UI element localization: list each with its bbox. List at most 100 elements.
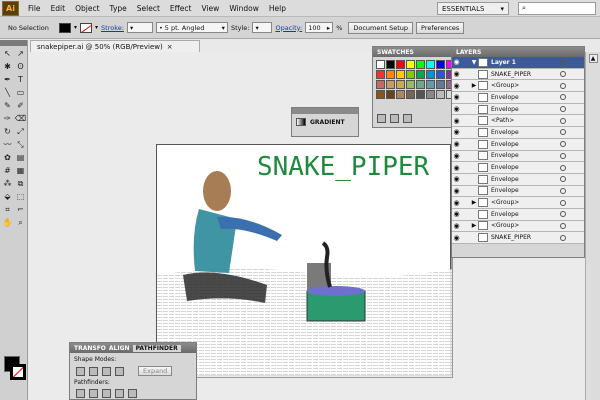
document-tab[interactable]: snakepiper.ai @ 50% (RGB/Preview) × <box>30 40 200 52</box>
eye-icon[interactable]: ◉ <box>452 164 461 172</box>
color-swatch[interactable] <box>376 60 385 69</box>
layer-row[interactable]: ◉ Envelope <box>452 208 584 221</box>
crop-icon[interactable] <box>115 389 124 398</box>
color-swatch[interactable] <box>376 90 385 99</box>
lasso-tool-icon[interactable]: ʘ <box>15 61 26 72</box>
divide-icon[interactable] <box>76 389 85 398</box>
rectangle-tool-icon[interactable]: ▭ <box>15 87 26 98</box>
target-icon[interactable] <box>560 82 566 89</box>
eye-icon[interactable]: ◉ <box>452 93 461 101</box>
color-swatch[interactable] <box>386 90 395 99</box>
search-input[interactable]: ⌕ <box>518 2 596 15</box>
symbol-sprayer-tool-icon[interactable]: ✿ <box>2 152 13 163</box>
live-paint-selection-tool-icon[interactable]: ⬚ <box>15 191 26 202</box>
slice-tool-icon[interactable]: ⌐ <box>15 204 26 215</box>
color-swatch[interactable] <box>406 70 415 79</box>
eye-icon[interactable]: ◉ <box>452 140 461 148</box>
zoom-tool-icon[interactable]: ⌕ <box>15 217 26 228</box>
layer-row[interactable]: ◉ Envelope <box>452 103 584 116</box>
color-swatch[interactable] <box>416 60 425 69</box>
scroll-up-icon[interactable]: ▲ <box>588 54 598 63</box>
color-swatch[interactable] <box>416 70 425 79</box>
exclude-icon[interactable] <box>115 366 124 376</box>
eye-icon[interactable]: ◉ <box>452 175 461 183</box>
layer-row[interactable]: ◉ Envelope <box>452 138 584 151</box>
layer-row[interactable]: ◉ <Path> <box>452 115 584 128</box>
hand-tool-icon[interactable]: ✋ <box>2 217 13 228</box>
layer-row[interactable]: ◉ Envelope <box>452 92 584 104</box>
color-swatch[interactable] <box>426 70 435 79</box>
menu-item-object[interactable]: Object <box>70 4 104 13</box>
rotate-tool-icon[interactable]: ↻ <box>2 126 13 137</box>
target-icon[interactable] <box>560 234 566 241</box>
target-icon[interactable] <box>560 211 566 218</box>
stroke-color-swatch[interactable] <box>80 22 93 33</box>
target-icon[interactable] <box>560 187 566 194</box>
selection-tool-icon[interactable]: ↖ <box>2 48 13 59</box>
target-icon[interactable] <box>560 71 566 78</box>
menu-item-type[interactable]: Type <box>105 4 132 13</box>
free-transform-tool-icon[interactable]: ⤡ <box>15 139 26 150</box>
direct-selection-tool-icon[interactable]: ↗ <box>15 48 26 59</box>
color-swatch[interactable] <box>426 60 435 69</box>
eye-icon[interactable]: ◉ <box>452 234 461 242</box>
close-icon[interactable]: × <box>167 43 173 51</box>
eye-icon[interactable]: ◉ <box>452 82 461 90</box>
delete-swatch-icon[interactable] <box>403 114 412 123</box>
color-swatch[interactable] <box>396 70 405 79</box>
color-swatch[interactable] <box>406 80 415 89</box>
warp-tool-icon[interactable]: 〰 <box>2 139 13 150</box>
opacity-field[interactable]: 100 ▸ <box>305 22 334 33</box>
column-graph-tool-icon[interactable]: ▤ <box>15 152 26 163</box>
color-swatch[interactable] <box>376 80 385 89</box>
gradient-icon[interactable] <box>296 118 306 126</box>
mesh-tool-icon[interactable]: # <box>2 165 13 176</box>
layer-row[interactable]: ◉ SNAKE_PIPER <box>452 232 584 244</box>
live-paint-tool-icon[interactable]: ⬙ <box>2 191 13 202</box>
color-swatch[interactable] <box>426 80 435 89</box>
color-swatch[interactable] <box>396 90 405 99</box>
target-icon[interactable] <box>560 222 566 229</box>
eye-icon[interactable]: ◉ <box>452 128 461 136</box>
blend-tool-icon[interactable]: ⧉ <box>15 178 26 189</box>
layer-row[interactable]: ◉ ▶ <Group> <box>452 197 584 209</box>
layer-row[interactable]: ◉ Envelope <box>452 173 584 186</box>
document-setup-button[interactable]: Document Setup <box>348 21 414 34</box>
chevron-down-icon[interactable]: ▾ <box>74 24 77 31</box>
scale-tool-icon[interactable]: ⤢ <box>15 126 26 137</box>
stroke-color-indicator[interactable] <box>10 364 26 380</box>
target-icon[interactable] <box>560 106 566 113</box>
tab-align[interactable]: ALIGN <box>109 345 130 352</box>
menu-item-help[interactable]: Help <box>264 4 291 13</box>
layer-row[interactable]: ◉ ▼ Layer 1 <box>452 57 584 69</box>
unite-icon[interactable] <box>76 366 85 376</box>
target-icon[interactable] <box>560 176 566 183</box>
expand-arrow-icon[interactable]: ▶ <box>470 82 478 89</box>
eye-icon[interactable]: ◉ <box>452 58 461 66</box>
swatch-library-icon[interactable] <box>377 114 386 123</box>
color-swatch[interactable] <box>406 90 415 99</box>
color-swatch[interactable] <box>376 70 385 79</box>
color-swatch[interactable] <box>436 90 445 99</box>
blob-brush-tool-icon[interactable]: ✑ <box>2 113 13 124</box>
color-swatch[interactable] <box>396 80 405 89</box>
target-icon[interactable] <box>560 59 566 66</box>
eye-icon[interactable]: ◉ <box>452 117 461 125</box>
vertical-scrollbar[interactable]: ▲ <box>585 52 600 400</box>
menu-item-window[interactable]: Window <box>224 4 264 13</box>
layer-row[interactable]: ◉ ▶ <Group> <box>452 80 584 93</box>
expand-arrow-icon[interactable]: ▼ <box>470 59 478 66</box>
menu-item-select[interactable]: Select <box>132 4 165 13</box>
color-swatch[interactable] <box>386 60 395 69</box>
eye-icon[interactable]: ◉ <box>452 222 461 230</box>
brush-dropdown[interactable]: • 5 pt. Angled ▾ <box>155 22 228 33</box>
expand-button[interactable]: Expand <box>138 366 173 376</box>
eraser-tool-icon[interactable]: ⌫ <box>15 113 26 124</box>
gradient-tool-icon[interactable]: ▦ <box>15 165 26 176</box>
menu-item-effect[interactable]: Effect <box>165 4 197 13</box>
line-tool-icon[interactable]: ╲ <box>2 87 13 98</box>
tab-pathfinder[interactable]: PATHFINDER <box>132 344 181 352</box>
layer-row[interactable]: ◉ Envelope <box>452 127 584 139</box>
eye-icon[interactable]: ◉ <box>452 70 461 78</box>
minus-front-icon[interactable] <box>89 366 98 376</box>
